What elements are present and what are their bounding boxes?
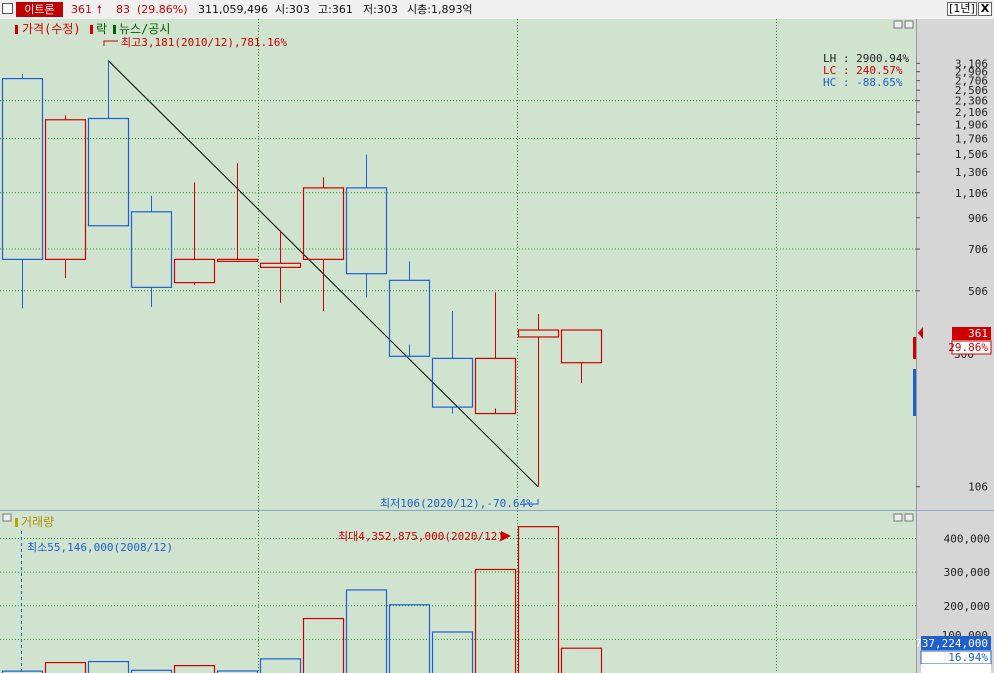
volume-panel-minimize-button[interactable]: [893, 513, 903, 522]
price-change-pct: (29.86%): [137, 3, 188, 16]
panel-close-button[interactable]: [904, 20, 914, 29]
select-checkbox[interactable]: [2, 3, 13, 14]
volume-legend-marker: [15, 518, 18, 527]
price-axis-label: 1,706: [955, 132, 988, 145]
current-volume-badge: 737,224,000: [915, 637, 988, 650]
min-volume-annotation: 최소55,146,000(2008/12): [27, 541, 173, 554]
price-axis-label: 1,306: [955, 166, 988, 179]
market-cap: 시총:1,893억: [407, 3, 473, 16]
news-legend-marker: [113, 25, 116, 34]
fall-legend[interactable]: 락: [96, 22, 107, 36]
chart-area[interactable]: 가격(수정) 락 뉴스/공시 106 506 706 906 1,106 1,306 1,5…: [0, 19, 994, 673]
price-legend[interactable]: 가격(수정): [22, 22, 81, 36]
volume-axis-cover: [921, 664, 991, 673]
price-axis-label: 906: [968, 212, 988, 225]
current-pct-badge: 29.86%: [948, 341, 988, 354]
volume-axis-labels: 200,000 300,000 400,000: [944, 533, 990, 613]
current-price-badge: 361: [968, 327, 988, 340]
stock-name[interactable]: 이트론: [16, 2, 63, 17]
close-button[interactable]: X: [978, 2, 992, 16]
open-price: 시:303: [275, 3, 310, 16]
price-axis-label: 1,906: [955, 119, 988, 132]
current-price: 361: [71, 3, 92, 16]
volume-axis-label: 200,000: [944, 600, 990, 613]
high-price: 고:361: [318, 3, 353, 16]
news-legend[interactable]: 뉴스/공시: [119, 22, 170, 36]
price-axis-label: 106: [968, 481, 988, 494]
price-axis-label: 706: [968, 243, 988, 256]
volume-panel-close-button[interactable]: [904, 513, 914, 522]
price-range-down-marker: [913, 369, 916, 416]
hc-label: HC : -88.65%: [823, 76, 903, 89]
price-range-up-marker: [913, 337, 916, 359]
volume-axis-label: 300,000: [944, 566, 990, 579]
period-button[interactable]: [1년]: [947, 2, 977, 16]
volume-pct-badge: 16.94%: [948, 651, 988, 664]
max-volume-annotation: 최대4,352,875,000(2020/12): [338, 530, 504, 543]
volume-panel-toggle[interactable]: [2, 513, 12, 522]
volume-legend[interactable]: 거래량: [21, 515, 54, 529]
up-arrow-icon: 🠕: [97, 3, 102, 16]
max-price-annotation: 최고3,181(2010/12),781.16%: [121, 36, 287, 49]
price-axis-label: 506: [968, 285, 988, 298]
fall-legend-marker: [90, 25, 93, 34]
panel-minimize-button[interactable]: [893, 20, 903, 29]
price-legend-marker: [15, 25, 18, 34]
low-price: 저:303: [363, 3, 398, 16]
volume-axis-label: 400,000: [944, 533, 990, 546]
price-axis-label: 3,106: [955, 57, 988, 70]
price-axis-label: 1,106: [955, 187, 988, 200]
plot-background: [0, 19, 916, 673]
min-price-annotation: 최저106(2020/12),-70.64%: [380, 497, 533, 510]
price-change: 83: [116, 3, 130, 16]
price-axis-label: 1,506: [955, 148, 988, 161]
trade-volume: 311,059,496: [198, 3, 268, 16]
stock-info-bar: 이트론 361 🠕 83 (29.86%) 311,059,496 시:303 …: [0, 0, 994, 20]
price-axis-label: 2,106: [955, 106, 988, 119]
